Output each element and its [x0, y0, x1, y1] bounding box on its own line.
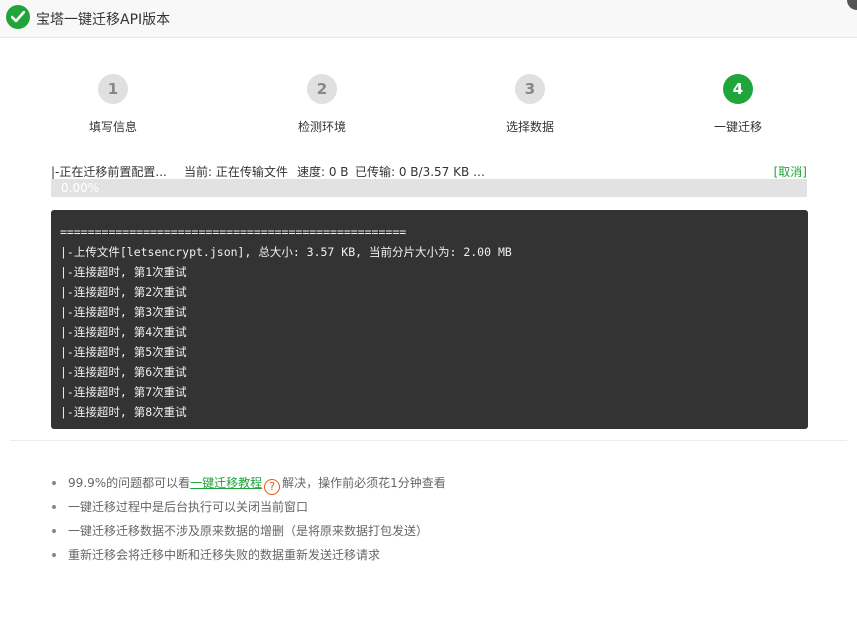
console-line: |-连接超时, 第3次重试: [60, 305, 187, 319]
console-line: |-连接超时, 第4次重试: [60, 325, 187, 339]
status-transferred: 已传输: 0 B/3.57 KB …: [355, 165, 486, 179]
tutorial-link[interactable]: 一键迁移教程: [190, 476, 262, 490]
step-3: 3 选择数据: [470, 72, 590, 135]
console-line: |-连接超时, 第1次重试: [60, 265, 187, 279]
console-line: |-连接超时, 第6次重试: [60, 365, 187, 379]
step-label: 检测环境: [297, 120, 346, 134]
step-label: 一键迁移: [713, 120, 762, 134]
bullet: [52, 481, 56, 485]
bullet: [52, 553, 56, 557]
question-circle-icon[interactable]: ?: [264, 479, 281, 495]
step-label: 选择数据: [505, 120, 554, 134]
console-line: |-连接超时, 第2次重试: [60, 285, 187, 299]
bullet: [52, 505, 56, 509]
step-4: 4 一键迁移: [678, 72, 798, 135]
note-text: 一键迁移迁移数据不涉及原来数据的增删（是将原来数据打包发送）: [68, 524, 429, 538]
check-circle-icon: [6, 5, 30, 29]
notes-list: 99.9%的问题都可以看一键迁移教程? 解决，操作前必须花1分钟查看 一键迁移过程…: [52, 474, 812, 570]
step-indicator: 1 填写信息 2 检测环境 3 选择数据 4 一键迁移: [0, 72, 857, 142]
list-item: 重新迁移会将迁移中断和迁移失败的数据重新发送迁移请求: [52, 546, 812, 570]
divider: [10, 440, 847, 441]
step-2: 2 检测环境: [262, 72, 382, 135]
step-number: 4: [723, 74, 753, 104]
window-titlebar: 宝塔一键迁移API版本: [0, 0, 857, 38]
step-number: 3: [515, 74, 545, 104]
list-item: 99.9%的问题都可以看一键迁移教程? 解决，操作前必须花1分钟查看: [52, 474, 812, 498]
note-text: 重新迁移会将迁移中断和迁移失败的数据重新发送迁移请求: [68, 548, 381, 562]
console-log[interactable]: ========================================…: [51, 210, 808, 429]
console-line: |-连接超时, 第7次重试: [60, 385, 187, 399]
list-item: 一键迁移过程中是后台执行可以关闭当前窗口: [52, 498, 812, 522]
step-1: 1 填写信息: [53, 72, 173, 135]
step-number: 2: [307, 74, 337, 104]
window-title: 宝塔一键迁移API版本: [36, 12, 171, 28]
transfer-status: |-正在迁移前置配置... 当前: 正在传输文件 速度: 0 B 已传输: 0 …: [51, 163, 807, 179]
note-text: 解决，操作前必须花1分钟查看: [282, 476, 446, 490]
progress-bar: 0.00%: [51, 179, 807, 197]
cancel-link[interactable]: [取消]: [774, 163, 807, 180]
bullet: [52, 529, 56, 533]
console-line: ========================================…: [60, 225, 407, 239]
console-line: |-连接超时, 第5次重试: [60, 345, 187, 359]
list-item: 一键迁移迁移数据不涉及原来数据的增删（是将原来数据打包发送）: [52, 522, 812, 546]
progress-label: 0.00%: [61, 181, 100, 195]
status-current: 当前: 正在传输文件: [184, 165, 288, 179]
note-text: 一键迁移过程中是后台执行可以关闭当前窗口: [68, 500, 309, 514]
step-label: 填写信息: [88, 120, 137, 134]
status-task: |-正在迁移前置配置...: [51, 165, 167, 179]
close-icon[interactable]: [847, 0, 857, 10]
console-line: |-连接超时, 第8次重试: [60, 405, 187, 419]
status-speed: 速度: 0 B: [297, 165, 349, 179]
step-number: 1: [98, 74, 128, 104]
note-text: 99.9%的问题都可以看: [68, 476, 191, 490]
console-line: |-上传文件[letsencrypt.json], 总大小: 3.57 KB, …: [60, 245, 512, 259]
